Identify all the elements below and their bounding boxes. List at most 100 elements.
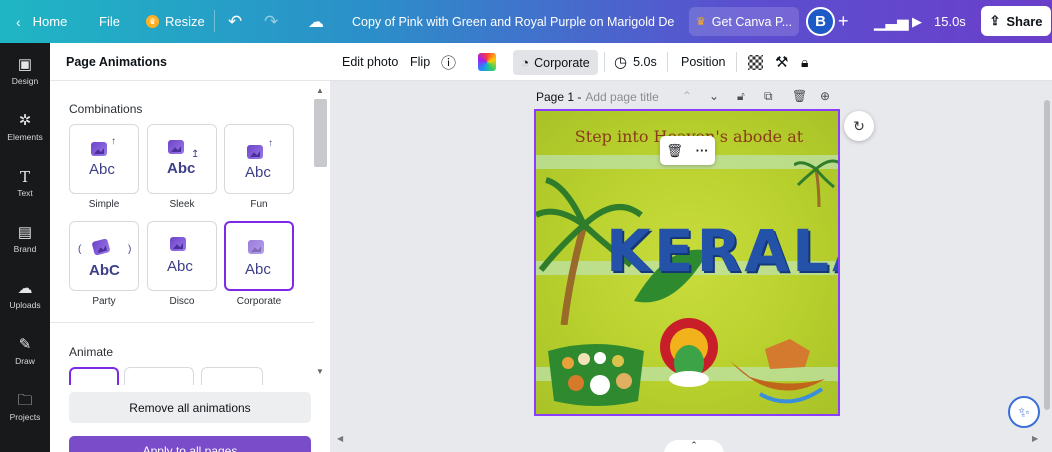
transparency-button[interactable] (748, 43, 763, 81)
timing-button[interactable]: ◷ 5.0s (614, 43, 657, 81)
avatar[interactable]: B (806, 7, 835, 36)
rail-item-text[interactable]: T Text (0, 155, 50, 211)
undo-button[interactable]: ↶ (228, 0, 242, 43)
chevron-down-icon[interactable]: ⌄ (709, 89, 719, 103)
home-label: Home (32, 14, 68, 29)
sparkle-icon: ) (128, 244, 132, 255)
chevron-up-icon[interactable]: ⌃ (682, 89, 692, 103)
image-glyph-icon (168, 140, 184, 154)
panel-scrollbar[interactable] (314, 99, 327, 167)
rail-item-elements[interactable]: ✲ Elements (0, 99, 50, 155)
flip-button[interactable]: Flip (410, 43, 430, 81)
scroll-down-icon[interactable]: ▼ (316, 367, 324, 376)
get-canva-pro-button[interactable]: ♛ Get Canva P... (689, 7, 799, 36)
kathakali-illustration (660, 318, 718, 387)
design-title[interactable]: KERALA (606, 217, 838, 285)
page-title-input[interactable]: Add page title (585, 90, 658, 104)
text-glyph: Abc (167, 160, 196, 177)
color-picker-icon[interactable] (478, 53, 496, 71)
image-glyph-icon (91, 142, 107, 156)
show-pages-button[interactable]: ⌃ (664, 440, 724, 452)
combinations-heading: Combinations (69, 102, 143, 116)
home-button[interactable]: ‹ Home (16, 0, 67, 43)
resize-button[interactable]: ♛ Resize (146, 0, 205, 43)
rail-item-uploads[interactable]: ☁ Uploads (0, 267, 50, 323)
rail-item-draw[interactable]: ✎ Draw (0, 323, 50, 379)
play-button[interactable]: ▶ 15.0s (912, 0, 966, 43)
design-icon: ▣ (17, 55, 33, 73)
text-glyph: AbC (89, 262, 120, 279)
add-comment-icon: ↻ (853, 117, 865, 134)
document-title[interactable]: Copy of Pink with Green and Royal Purple… (352, 0, 674, 43)
animate-option[interactable] (201, 367, 263, 385)
more-options-icon[interactable]: ··· (696, 143, 709, 158)
animation-button[interactable]: ◔ Corporate (513, 50, 598, 75)
left-rail: ▣ Design ✲ Elements T Text ▤ Brand ☁ Upl… (0, 43, 50, 452)
cloud-save-button[interactable]: ☁ (308, 0, 324, 43)
animation-label: Fun (250, 199, 268, 210)
edit-photo-button[interactable]: Edit photo (342, 43, 398, 81)
projects-icon: 🗀 (17, 391, 33, 409)
file-menu[interactable]: File (99, 0, 120, 43)
plus-icon: + (838, 11, 849, 31)
scroll-up-icon[interactable]: ▲ (316, 86, 324, 95)
animation-card-party[interactable]: ( ) AbC (69, 221, 139, 291)
animation-label: Sleek (169, 199, 195, 210)
image-glyph-icon (247, 145, 263, 159)
animation-label: Corporate (236, 296, 282, 307)
apply-to-all-pages-button[interactable]: Apply to all pages (69, 436, 311, 452)
comment-button[interactable]: ↻ (844, 111, 874, 141)
info-button[interactable]: ⓘ (441, 43, 456, 81)
page-title-row: Page 1 - Add page title (536, 88, 659, 106)
arrow-up-icon: ↑ (111, 136, 116, 147)
magic-assistant-button[interactable]: ✨︎ (1008, 396, 1040, 428)
lock-button[interactable]: 🔒︎ (801, 43, 808, 81)
chevron-up-icon: ⌃ (690, 440, 698, 450)
animate-option[interactable] (69, 367, 119, 385)
animation-label: Simple (88, 199, 120, 210)
add-collaborator-button[interactable]: + (838, 0, 849, 43)
divider (604, 52, 605, 72)
chevron-left-icon: ‹ (16, 13, 21, 30)
sadhya-illustration (548, 344, 644, 406)
lock-page-icon[interactable]: 🔓︎ (737, 89, 745, 104)
top-bar: ‹ Home File ♛ Resize ↶ ↷ ☁ Copy of Pink … (0, 0, 1052, 43)
animation-card-fun[interactable]: ↑ Abc (224, 124, 294, 194)
scroll-right-icon[interactable]: ▶ (1032, 434, 1038, 443)
page-animations-panel: Page Animations Combinations ↑ Abc Simpl… (50, 43, 330, 452)
animation-card-corporate[interactable]: Abc (224, 221, 294, 291)
paint-roller-icon: ⚒ (775, 54, 789, 71)
canvas-vertical-scrollbar[interactable] (1044, 100, 1050, 410)
share-button[interactable]: ⇪ Share (981, 6, 1051, 36)
animation-label: Party (92, 296, 116, 307)
scroll-left-icon[interactable]: ◀ (337, 434, 343, 443)
remove-all-animations-button[interactable]: Remove all animations (69, 392, 311, 423)
rail-item-brand[interactable]: ▤ Brand (0, 211, 50, 267)
redo-button[interactable]: ↷ (264, 0, 278, 43)
delete-icon[interactable]: 🗑︎ (666, 143, 683, 159)
rail-item-projects[interactable]: 🗀 Projects (0, 379, 50, 435)
delete-page-icon[interactable]: 🗑︎ (792, 89, 807, 103)
crown-icon: ♛ (695, 16, 706, 28)
animation-card-simple[interactable]: ↑ Abc (69, 124, 139, 194)
insights-button[interactable]: ▁▃▅ (874, 0, 909, 43)
draw-icon: ✎ (18, 335, 32, 353)
houseboat-illustration (730, 339, 825, 404)
small-palm-illustration (794, 159, 838, 207)
play-icon: ▶ (912, 13, 922, 29)
arrow-up-icon: ↑ (268, 138, 273, 149)
add-page-icon[interactable]: ⊕ (820, 89, 830, 103)
animation-card-sleek[interactable]: ↥ Abc (147, 124, 217, 194)
animation-icon: ◔ (521, 55, 530, 70)
text-glyph: Abc (89, 161, 115, 178)
elements-icon: ✲ (18, 111, 32, 129)
animation-card-disco[interactable]: Abc (147, 221, 217, 291)
copy-style-button[interactable]: ⚒ (775, 43, 788, 81)
duplicate-page-icon[interactable]: ⧉ (764, 89, 773, 104)
rail-item-design[interactable]: ▣ Design (0, 43, 50, 99)
divider (667, 52, 668, 72)
animate-option[interactable] (124, 367, 194, 385)
image-glyph-icon (248, 240, 264, 254)
redo-icon: ↷ (264, 11, 279, 31)
position-button[interactable]: Position (681, 43, 725, 81)
